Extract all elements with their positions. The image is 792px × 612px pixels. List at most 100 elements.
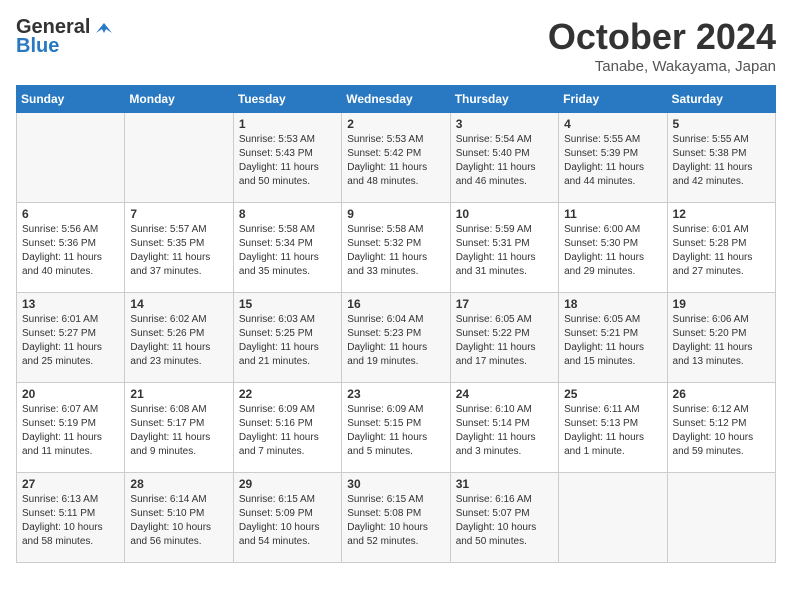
calendar-cell: 13 Sunrise: 6:01 AMSunset: 5:27 PMDayligh… (17, 293, 125, 383)
day-number: 21 (130, 387, 227, 401)
day-info: Sunrise: 6:04 AMSunset: 5:23 PMDaylight:… (347, 313, 444, 369)
calendar-cell: 2Sunrise: 5:53 AMSunset: 5:42 PMDaylight… (342, 113, 450, 203)
day-number: 4 (564, 117, 661, 131)
day-info: Sunrise: 6:08 AMSunset: 5:17 PMDaylight:… (130, 403, 227, 459)
calendar-cell: 26 Sunrise: 6:12 AMSunset: 5:12 PMDayligh… (667, 383, 775, 473)
calendar-week-row: 1Sunrise: 5:53 AMSunset: 5:43 PMDaylight… (17, 113, 776, 203)
calendar-cell: 29 Sunrise: 6:15 AMSunset: 5:09 PMDayligh… (233, 473, 341, 563)
day-number: 13 (22, 297, 119, 311)
day-number: 15 (239, 297, 336, 311)
calendar-cell (667, 473, 775, 563)
day-number: 20 (22, 387, 119, 401)
day-info: Sunrise: 6:03 AMSunset: 5:25 PMDaylight:… (239, 313, 336, 369)
calendar-cell (17, 113, 125, 203)
day-number: 29 (239, 477, 336, 491)
day-info: Sunrise: 5:55 AMSunset: 5:39 PMDaylight:… (564, 133, 661, 189)
day-number: 30 (347, 477, 444, 491)
calendar-cell: 17 Sunrise: 6:05 AMSunset: 5:22 PMDayligh… (450, 293, 558, 383)
calendar-cell: 20Sunrise: 6:07 AMSunset: 5:19 PMDayligh… (17, 383, 125, 473)
day-number: 23 (347, 387, 444, 401)
calendar-cell: 15 Sunrise: 6:03 AMSunset: 5:25 PMDayligh… (233, 293, 341, 383)
day-info: Sunrise: 6:15 AMSunset: 5:09 PMDaylight:… (239, 493, 336, 549)
day-info: Sunrise: 6:02 AMSunset: 5:26 PMDaylight:… (130, 313, 227, 369)
day-info: Sunrise: 6:11 AMSunset: 5:13 PMDaylight:… (564, 403, 661, 459)
day-number: 14 (130, 297, 227, 311)
calendar-week-row: 20Sunrise: 6:07 AMSunset: 5:19 PMDayligh… (17, 383, 776, 473)
calendar-table: SundayMondayTuesdayWednesdayThursdayFrid… (16, 85, 776, 563)
calendar-cell: 22 Sunrise: 6:09 AMSunset: 5:16 PMDayligh… (233, 383, 341, 473)
day-info: Sunrise: 6:09 AMSunset: 5:15 PMDaylight:… (347, 403, 444, 459)
location-title: Tanabe, Wakayama, Japan (548, 58, 776, 75)
weekday-header-saturday: Saturday (667, 86, 775, 113)
day-number: 17 (456, 297, 553, 311)
calendar-cell: 28Sunrise: 6:14 AMSunset: 5:10 PMDayligh… (125, 473, 233, 563)
day-info: Sunrise: 6:14 AMSunset: 5:10 PMDaylight:… (130, 493, 227, 549)
day-number: 18 (564, 297, 661, 311)
logo-bird-icon (92, 19, 114, 37)
day-number: 10 (456, 207, 553, 221)
day-info: Sunrise: 5:58 AMSunset: 5:32 PMDaylight:… (347, 223, 444, 279)
weekday-header-friday: Friday (559, 86, 667, 113)
day-info: Sunrise: 5:53 AMSunset: 5:42 PMDaylight:… (347, 133, 444, 189)
calendar-cell: 21 Sunrise: 6:08 AMSunset: 5:17 PMDayligh… (125, 383, 233, 473)
day-info: Sunrise: 5:59 AMSunset: 5:31 PMDaylight:… (456, 223, 553, 279)
day-info: Sunrise: 6:12 AMSunset: 5:12 PMDaylight:… (673, 403, 770, 459)
day-info: Sunrise: 6:09 AMSunset: 5:16 PMDaylight:… (239, 403, 336, 459)
day-number: 5 (673, 117, 770, 131)
calendar-cell: 12Sunrise: 6:01 AMSunset: 5:28 PMDayligh… (667, 203, 775, 293)
day-info: Sunrise: 6:15 AMSunset: 5:08 PMDaylight:… (347, 493, 444, 549)
day-number: 26 (673, 387, 770, 401)
calendar-cell: 23 Sunrise: 6:09 AMSunset: 5:15 PMDayligh… (342, 383, 450, 473)
day-info: Sunrise: 6:16 AMSunset: 5:07 PMDaylight:… (456, 493, 553, 549)
day-info: Sunrise: 6:01 AMSunset: 5:28 PMDaylight:… (673, 223, 770, 279)
calendar-cell: 7Sunrise: 5:57 AMSunset: 5:35 PMDaylight… (125, 203, 233, 293)
day-number: 8 (239, 207, 336, 221)
day-number: 22 (239, 387, 336, 401)
day-number: 27 (22, 477, 119, 491)
day-info: Sunrise: 6:06 AMSunset: 5:20 PMDaylight:… (673, 313, 770, 369)
day-info: Sunrise: 6:13 AMSunset: 5:11 PMDaylight:… (22, 493, 119, 549)
day-number: 31 (456, 477, 553, 491)
calendar-cell: 10 Sunrise: 5:59 AMSunset: 5:31 PMDayligh… (450, 203, 558, 293)
day-info: Sunrise: 6:05 AMSunset: 5:21 PMDaylight:… (564, 313, 661, 369)
calendar-cell: 30 Sunrise: 6:15 AMSunset: 5:08 PMDayligh… (342, 473, 450, 563)
weekday-header-sunday: Sunday (17, 86, 125, 113)
calendar-week-row: 27 Sunrise: 6:13 AMSunset: 5:11 PMDayligh… (17, 473, 776, 563)
logo-blue: Blue (16, 35, 59, 58)
calendar-week-row: 6 Sunrise: 5:56 AMSunset: 5:36 PMDaylight… (17, 203, 776, 293)
day-info: Sunrise: 6:05 AMSunset: 5:22 PMDaylight:… (456, 313, 553, 369)
calendar-cell: 24 Sunrise: 6:10 AMSunset: 5:14 PMDayligh… (450, 383, 558, 473)
page-header: General Blue October 2024 Tanabe, Wakaya… (16, 16, 776, 75)
calendar-cell: 31 Sunrise: 6:16 AMSunset: 5:07 PMDayligh… (450, 473, 558, 563)
title-area: October 2024 Tanabe, Wakayama, Japan (548, 16, 776, 75)
day-number: 11 (564, 207, 661, 221)
day-number: 24 (456, 387, 553, 401)
day-number: 3 (456, 117, 553, 131)
day-info: Sunrise: 5:58 AMSunset: 5:34 PMDaylight:… (239, 223, 336, 279)
calendar-cell: 16Sunrise: 6:04 AMSunset: 5:23 PMDayligh… (342, 293, 450, 383)
calendar-cell: 27 Sunrise: 6:13 AMSunset: 5:11 PMDayligh… (17, 473, 125, 563)
day-number: 1 (239, 117, 336, 131)
calendar-cell: 8 Sunrise: 5:58 AMSunset: 5:34 PMDaylight… (233, 203, 341, 293)
calendar-cell: 25Sunrise: 6:11 AMSunset: 5:13 PMDayligh… (559, 383, 667, 473)
day-info: Sunrise: 6:01 AMSunset: 5:27 PMDaylight:… (22, 313, 119, 369)
day-info: Sunrise: 5:56 AMSunset: 5:36 PMDaylight:… (22, 223, 119, 279)
month-title: October 2024 (548, 16, 776, 58)
calendar-cell: 18 Sunrise: 6:05 AMSunset: 5:21 PMDayligh… (559, 293, 667, 383)
day-number: 6 (22, 207, 119, 221)
calendar-cell: 9Sunrise: 5:58 AMSunset: 5:32 PMDaylight… (342, 203, 450, 293)
weekday-header-thursday: Thursday (450, 86, 558, 113)
calendar-cell: 19Sunrise: 6:06 AMSunset: 5:20 PMDayligh… (667, 293, 775, 383)
logo: General Blue (16, 16, 114, 58)
calendar-cell: 6 Sunrise: 5:56 AMSunset: 5:36 PMDaylight… (17, 203, 125, 293)
calendar-cell: 5Sunrise: 5:55 AMSunset: 5:38 PMDaylight… (667, 113, 775, 203)
day-info: Sunrise: 6:10 AMSunset: 5:14 PMDaylight:… (456, 403, 553, 459)
day-number: 7 (130, 207, 227, 221)
day-info: Sunrise: 5:54 AMSunset: 5:40 PMDaylight:… (456, 133, 553, 189)
weekday-header-tuesday: Tuesday (233, 86, 341, 113)
calendar-cell: 14 Sunrise: 6:02 AMSunset: 5:26 PMDayligh… (125, 293, 233, 383)
weekday-header-row: SundayMondayTuesdayWednesdayThursdayFrid… (17, 86, 776, 113)
calendar-cell: 1Sunrise: 5:53 AMSunset: 5:43 PMDaylight… (233, 113, 341, 203)
calendar-cell: 3 Sunrise: 5:54 AMSunset: 5:40 PMDaylight… (450, 113, 558, 203)
weekday-header-wednesday: Wednesday (342, 86, 450, 113)
